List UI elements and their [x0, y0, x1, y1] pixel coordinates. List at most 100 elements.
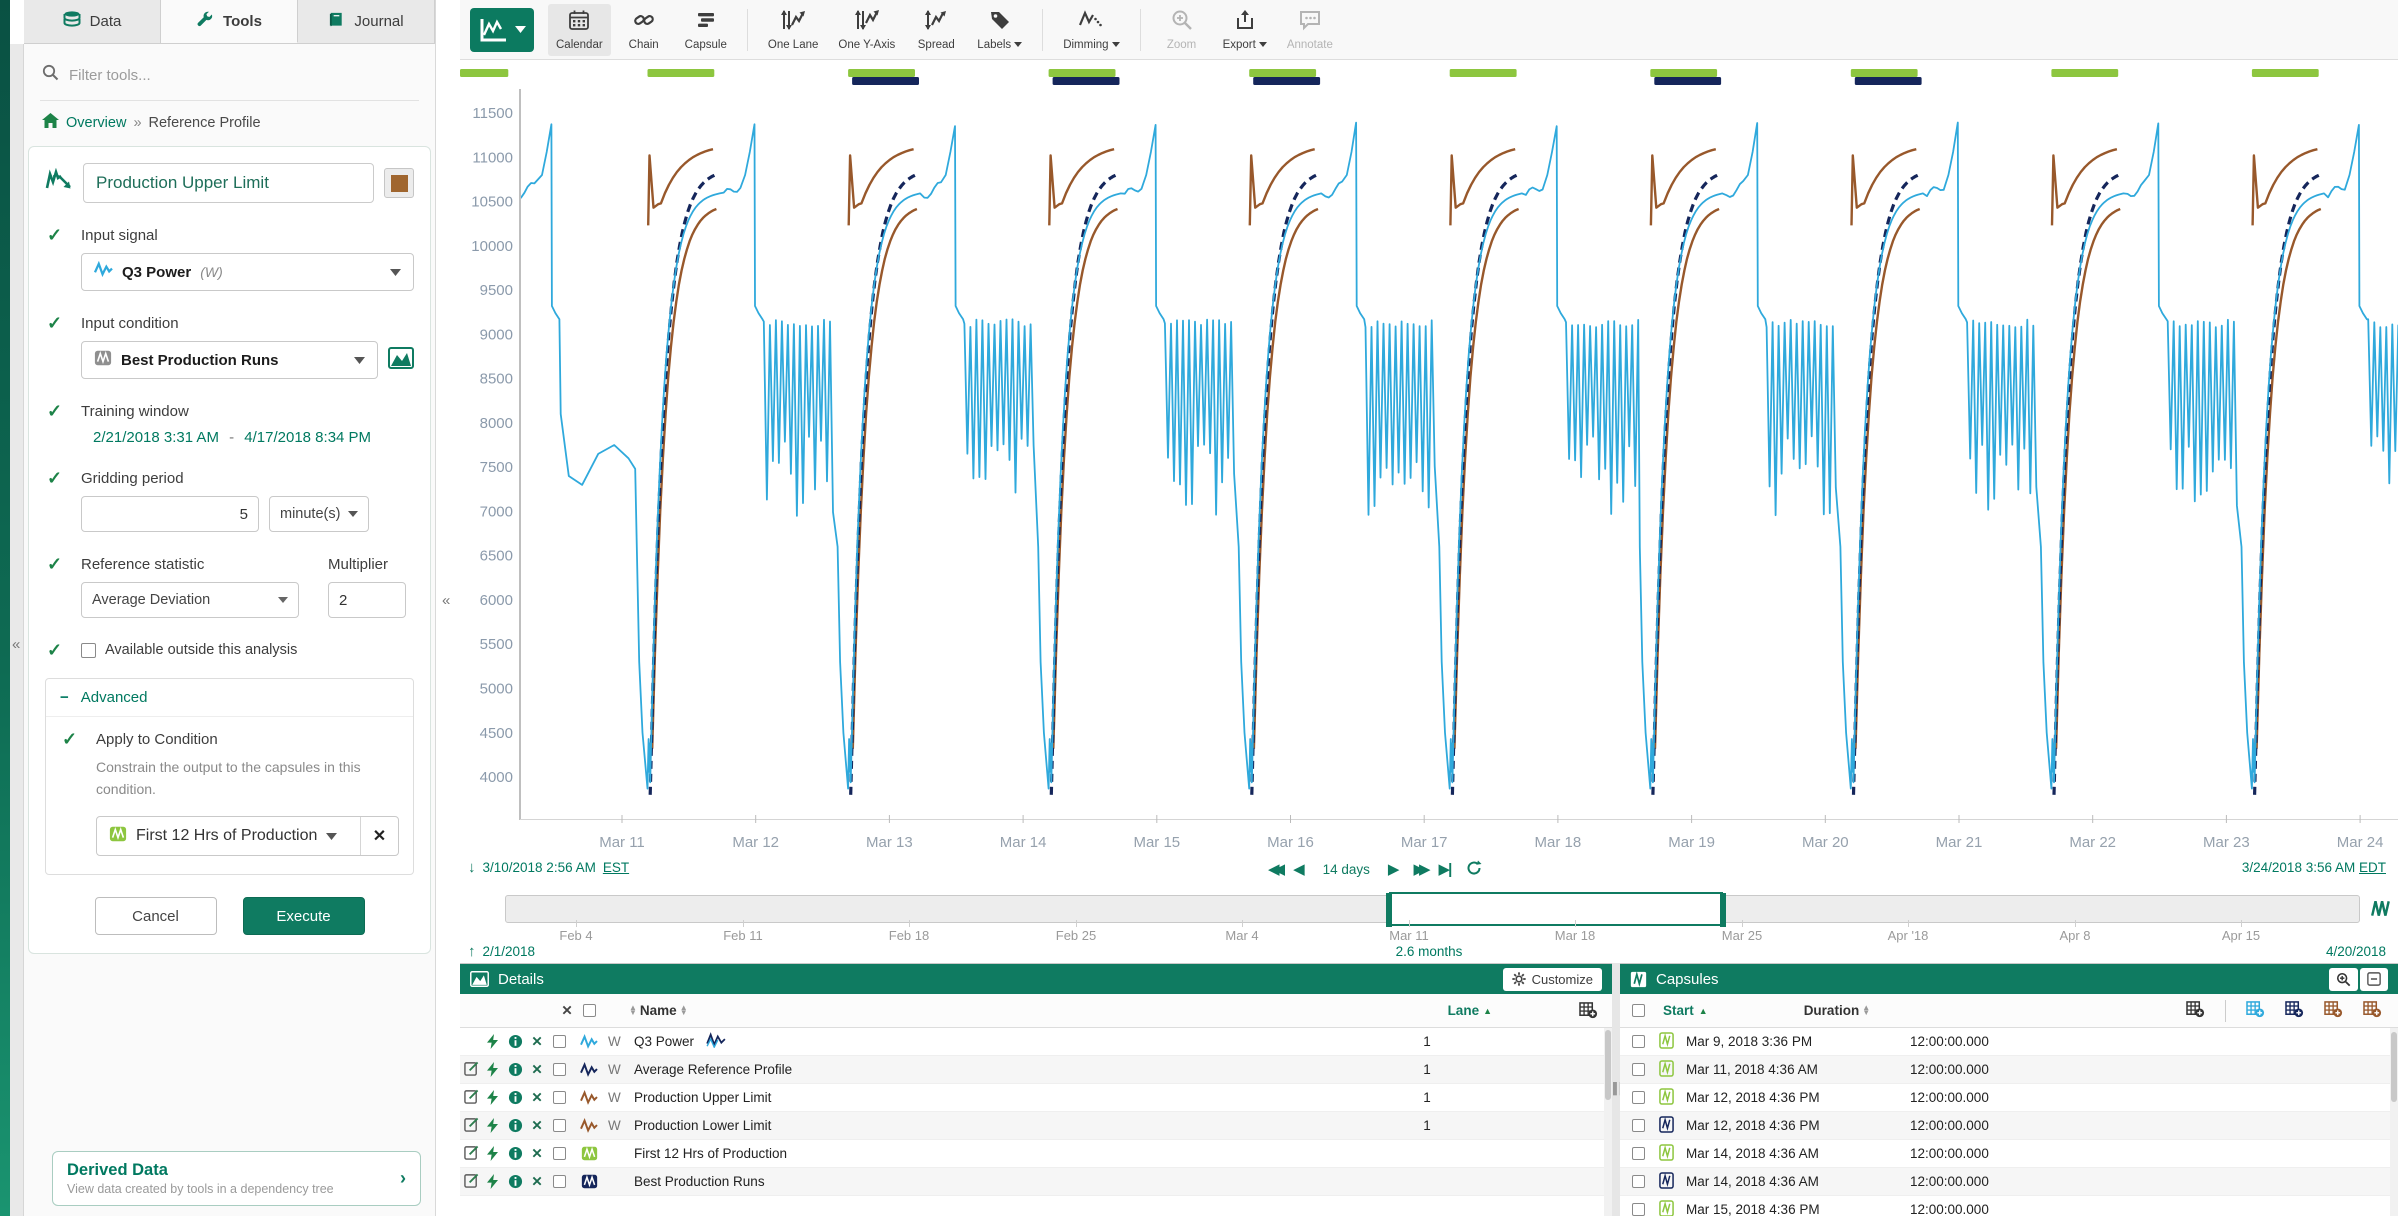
tab-tools[interactable]: Tools [161, 0, 298, 43]
capsules-col-duration[interactable]: Duration [1804, 1003, 1860, 1018]
details-row[interactable]: ✕WProduction Lower Limit1 [460, 1112, 1612, 1140]
autoupdate-icon[interactable] [482, 1174, 504, 1189]
capsules-col-start[interactable]: Start [1663, 1003, 1694, 1018]
capsule-row[interactable]: Mar 14, 2018 4:36 AM12:00:00.000 [1620, 1168, 2398, 1196]
investigate-duration[interactable]: 2.6 months [1396, 944, 1463, 959]
step-back-icon[interactable]: ◀ [1293, 862, 1305, 877]
details-row[interactable]: ✕WAverage Reference Profile1 [460, 1056, 1612, 1084]
autoupdate-icon[interactable] [482, 1062, 504, 1077]
row-checkbox[interactable] [1632, 1147, 1645, 1160]
capsules-scrollbar[interactable] [2390, 1028, 2398, 1216]
apply-condition-dropdown[interactable]: First 12 Hrs of Production [97, 817, 360, 855]
toolbar-spread-button[interactable]: Spread [907, 4, 965, 56]
capsule-row[interactable]: Mar 12, 2018 4:36 PM12:00:00.000 [1620, 1112, 2398, 1140]
add-column-icon[interactable] [1492, 1002, 1612, 1019]
range-start-timezone[interactable]: EST [603, 860, 629, 875]
gridding-period-input[interactable]: 5 [81, 496, 259, 532]
timeline-left-handle[interactable] [1386, 893, 1392, 927]
sort-icon[interactable]: ▲▼ [1862, 1006, 1870, 1016]
investigate-end-date[interactable]: 4/20/2018 [2326, 944, 2386, 959]
remove-icon[interactable]: ✕ [526, 1146, 548, 1162]
view-selector-button[interactable] [470, 8, 534, 52]
autoupdate-icon[interactable] [482, 1090, 504, 1105]
toolbar-capsule-button[interactable]: Capsule [677, 4, 735, 56]
item-name[interactable]: Best Production Runs [634, 1174, 765, 1189]
autoupdate-icon[interactable] [482, 1146, 504, 1161]
edit-icon[interactable] [464, 1145, 479, 1163]
add-stat-column-lower-icon[interactable] [2363, 1001, 2382, 1021]
reference-statistic-select[interactable]: Average Deviation [81, 582, 299, 618]
row-checkbox[interactable] [553, 1091, 566, 1104]
timeline-selected-range[interactable] [1389, 892, 1723, 926]
home-icon[interactable] [42, 113, 59, 132]
sort-icon[interactable]: ▲▼ [680, 1006, 688, 1016]
investigate-start-date[interactable]: 2/1/2018 [483, 944, 536, 959]
row-checkbox[interactable] [1632, 1203, 1645, 1216]
row-checkbox[interactable] [1632, 1175, 1645, 1188]
edit-icon[interactable] [464, 1173, 479, 1191]
add-stat-column-reference-icon[interactable] [2285, 1001, 2304, 1021]
gridding-unit-dropdown[interactable]: minute(s) [269, 496, 369, 532]
row-checkbox[interactable] [1632, 1091, 1645, 1104]
timeline-slider[interactable] [505, 895, 2360, 923]
add-stat-column-q3-power-icon[interactable] [2246, 1001, 2265, 1021]
edit-icon[interactable] [464, 1061, 479, 1079]
row-checkbox[interactable] [1632, 1119, 1645, 1132]
tool-name-input[interactable]: Production Upper Limit [83, 163, 374, 203]
training-end[interactable]: 4/17/2018 8:34 PM [244, 429, 371, 446]
color-swatch-button[interactable] [384, 168, 414, 198]
autoupdate-icon[interactable] [482, 1034, 504, 1049]
collapse-tools-panel-icon[interactable]: « [442, 592, 450, 609]
info-icon[interactable] [504, 1174, 526, 1189]
step-forward-icon[interactable]: ▶ [1388, 862, 1400, 877]
collapse-left-icon[interactable]: « [12, 636, 20, 653]
details-row[interactable]: ✕ First 12 Hrs of Production [460, 1140, 1612, 1168]
toolbar-export-button[interactable]: Export [1215, 4, 1275, 56]
capsule-row[interactable]: Mar 15, 2018 4:36 PM12:00:00.000 [1620, 1196, 2398, 1216]
item-name[interactable]: Production Upper Limit [634, 1090, 771, 1105]
row-checkbox[interactable] [553, 1063, 566, 1076]
details-scrollbar[interactable] [1604, 1028, 1612, 1216]
input-condition-select[interactable]: Best Production Runs [81, 341, 378, 379]
customize-button[interactable]: Customize [1503, 968, 1602, 991]
remove-icon[interactable]: ✕ [526, 1174, 548, 1190]
edit-icon[interactable] [464, 1117, 479, 1135]
cancel-button[interactable]: Cancel [95, 897, 217, 935]
remove-icon[interactable]: ✕ [526, 1090, 548, 1106]
row-checkbox[interactable] [1632, 1063, 1645, 1076]
filter-tools-search[interactable]: Filter tools... [42, 60, 417, 90]
row-checkbox[interactable] [583, 1004, 596, 1017]
add-stat-column-upper-icon[interactable] [2324, 1001, 2343, 1021]
clear-condition-button[interactable]: ✕ [360, 817, 398, 855]
available-outside-checkbox[interactable] [81, 643, 96, 658]
panel-splitter[interactable]: ▌▌ [1612, 963, 1620, 1216]
details-row[interactable]: ✕ Best Production Runs [460, 1168, 1612, 1196]
zoom-to-capsule-button[interactable] [2329, 968, 2358, 991]
toolbar-labels-button[interactable]: Labels [969, 4, 1030, 56]
tab-journal[interactable]: Journal [298, 0, 435, 43]
remove-icon[interactable]: ✕ [526, 1118, 548, 1134]
autoupdate-icon[interactable] [482, 1118, 504, 1133]
item-name[interactable]: Production Lower Limit [634, 1118, 771, 1133]
toolbar-calendar-button[interactable]: Calendar [548, 4, 611, 56]
item-name[interactable]: First 12 Hrs of Production [634, 1146, 787, 1161]
row-checkbox[interactable] [553, 1175, 566, 1188]
input-signal-select[interactable]: Q3 Power (W) [81, 253, 414, 291]
info-icon[interactable] [504, 1090, 526, 1105]
details-row[interactable]: ✕WProduction Upper Limit1 [460, 1084, 1612, 1112]
toolbar-chain-button[interactable]: Chain [615, 4, 673, 56]
row-checkbox[interactable] [553, 1035, 566, 1048]
row-checkbox[interactable] [1632, 1035, 1645, 1048]
timeline-capsule-icon[interactable] [2370, 898, 2392, 925]
tab-data[interactable]: Data [24, 0, 161, 43]
add-column-icon[interactable] [2186, 1001, 2205, 1021]
info-icon[interactable] [504, 1118, 526, 1133]
left-collapsed-panel-gutter[interactable]: « [10, 44, 24, 1216]
details-row[interactable]: ✕WQ3 Power1 [460, 1028, 1612, 1056]
breadcrumb-overview-link[interactable]: Overview [66, 115, 126, 131]
multiplier-input[interactable]: 2 [328, 582, 406, 618]
range-duration[interactable]: 14 days [1319, 862, 1374, 877]
edit-icon[interactable] [464, 1089, 479, 1107]
step-forward-fast-icon[interactable]: ▶▶ [1413, 862, 1424, 877]
toolbar-one-y-axis-button[interactable]: One Y-Axis [830, 4, 903, 56]
